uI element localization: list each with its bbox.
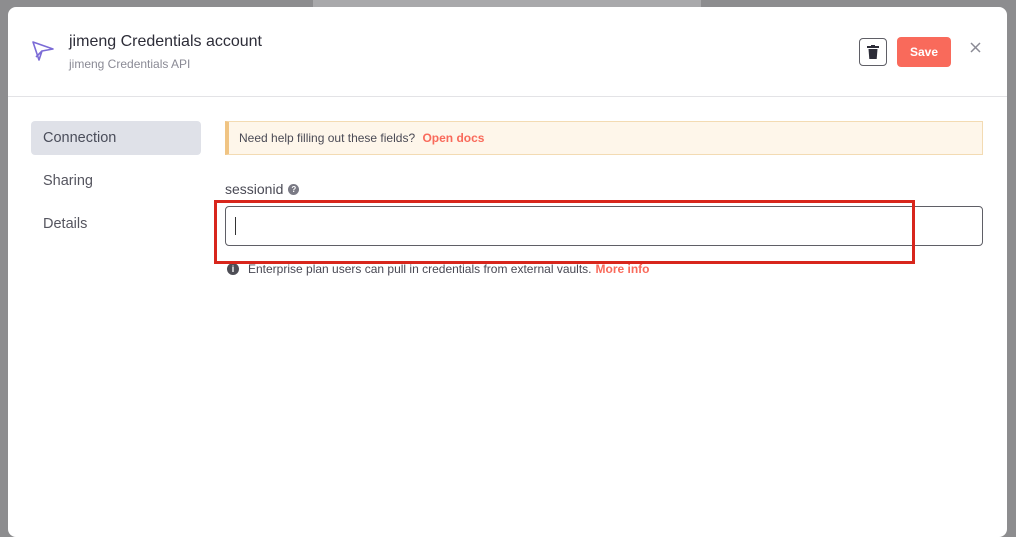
question-icon[interactable]: ? — [288, 183, 300, 195]
open-docs-link[interactable]: Open docs — [422, 131, 484, 145]
modal-subtitle: jimeng Credentials API — [69, 57, 191, 71]
delete-button[interactable] — [859, 38, 887, 66]
main-panel: Need help filling out these fields? Open… — [225, 121, 983, 276]
sidebar-item-details[interactable]: Details — [31, 207, 201, 241]
credential-modal: jimeng Credentials account jimeng Creden… — [8, 7, 1007, 537]
backdrop — [313, 0, 701, 7]
vault-info-text: Enterprise plan users can pull in creden… — [248, 262, 592, 276]
sidebar: Connection Sharing Details — [31, 121, 201, 250]
modal-title: jimeng Credentials account — [69, 33, 262, 50]
sidebar-item-connection[interactable]: Connection — [31, 121, 201, 155]
sidebar-item-sharing[interactable]: Sharing — [31, 164, 201, 198]
info-icon: i — [227, 263, 239, 275]
sessionid-input-wrap — [225, 197, 983, 246]
notice-text: Need help filling out these fields? — [239, 131, 416, 145]
text-caret — [235, 217, 236, 235]
more-info-link[interactable]: More info — [596, 262, 650, 276]
paper-plane-icon — [32, 41, 54, 61]
field-label-text: sessionid — [225, 181, 284, 197]
sessionid-label: sessionid ? — [225, 181, 983, 197]
sessionid-input[interactable] — [225, 206, 983, 246]
trash-icon — [867, 45, 879, 59]
modal-header: jimeng Credentials account jimeng Creden… — [8, 7, 1007, 97]
save-button[interactable]: Save — [897, 37, 951, 67]
help-notice: Need help filling out these fields? Open… — [225, 121, 983, 155]
vault-info: i Enterprise plan users can pull in cred… — [225, 262, 983, 276]
close-button[interactable] — [966, 38, 984, 56]
close-icon — [969, 41, 981, 53]
